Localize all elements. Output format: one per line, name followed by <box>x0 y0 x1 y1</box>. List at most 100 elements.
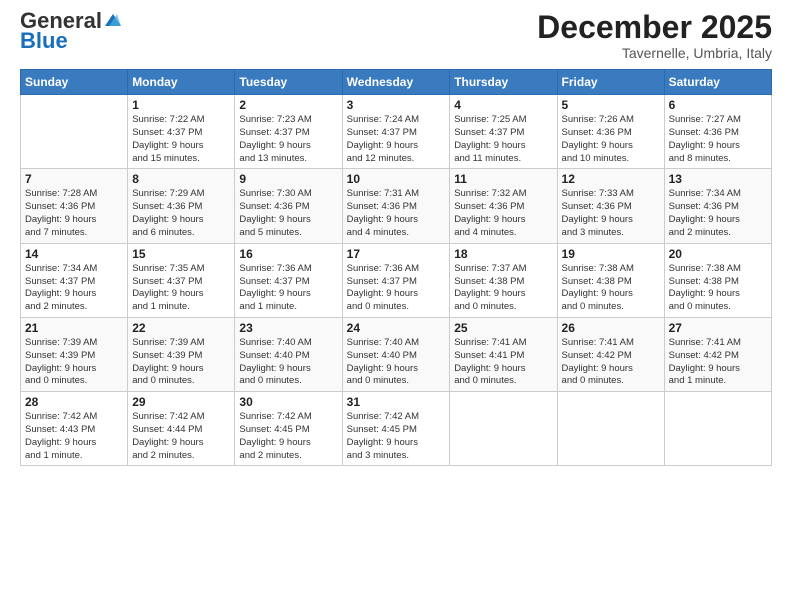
day-info: Sunrise: 7:39 AM Sunset: 4:39 PM Dayligh… <box>25 337 123 388</box>
day-info: Sunrise: 7:34 AM Sunset: 4:37 PM Dayligh… <box>25 263 123 314</box>
day-info: Sunrise: 7:42 AM Sunset: 4:43 PM Dayligh… <box>25 411 123 462</box>
day-info: Sunrise: 7:42 AM Sunset: 4:45 PM Dayligh… <box>239 411 337 462</box>
day-number: 14 <box>25 247 123 261</box>
calendar-cell-w4d0: 28 Sunrise: 7:42 AM Sunset: 4:43 PM Dayli… <box>21 392 128 466</box>
calendar-cell-w3d0: 21 Sunrise: 7:39 AM Sunset: 4:39 PM Dayli… <box>21 317 128 391</box>
day-number: 8 <box>132 172 230 186</box>
day-info: Sunrise: 7:39 AM Sunset: 4:39 PM Dayligh… <box>132 337 230 388</box>
calendar-cell-w1d1: 8 Sunrise: 7:29 AM Sunset: 4:36 PM Daylig… <box>128 169 235 243</box>
month-title: December 2025 <box>537 10 772 45</box>
day-number: 15 <box>132 247 230 261</box>
day-number: 28 <box>25 395 123 409</box>
calendar-cell-w0d1: 1 Sunrise: 7:22 AM Sunset: 4:37 PM Daylig… <box>128 95 235 169</box>
day-info: Sunrise: 7:36 AM Sunset: 4:37 PM Dayligh… <box>239 263 337 314</box>
day-info: Sunrise: 7:27 AM Sunset: 4:36 PM Dayligh… <box>669 114 767 165</box>
day-info: Sunrise: 7:30 AM Sunset: 4:36 PM Dayligh… <box>239 188 337 239</box>
calendar-cell-w3d6: 27Sunrise: 7:41 AM Sunset: 4:42 PM Dayli… <box>664 317 771 391</box>
day-number: 24 <box>347 321 446 335</box>
day-number: 22 <box>132 321 230 335</box>
calendar-cell-w1d5: 12 Sunrise: 7:33 AM Sunset: 4:36 PM Dayli… <box>557 169 664 243</box>
calendar-cell-w0d0 <box>21 95 128 169</box>
calendar-cell-w2d2: 16 Sunrise: 7:36 AM Sunset: 4:37 PM Dayli… <box>235 243 342 317</box>
calendar-cell-w2d4: 18 Sunrise: 7:37 AM Sunset: 4:38 PM Dayli… <box>450 243 557 317</box>
day-number: 11 <box>454 172 552 186</box>
day-number: 4 <box>454 98 552 112</box>
day-number: 10 <box>347 172 446 186</box>
calendar-cell-w2d0: 14 Sunrise: 7:34 AM Sunset: 4:37 PM Dayli… <box>21 243 128 317</box>
calendar-cell-w2d6: 20 Sunrise: 7:38 AM Sunset: 4:38 PM Dayli… <box>664 243 771 317</box>
calendar-cell-w4d2: 30 Sunrise: 7:42 AM Sunset: 4:45 PM Dayli… <box>235 392 342 466</box>
day-number: 7 <box>25 172 123 186</box>
day-info: Sunrise: 7:41 AM Sunset: 4:42 PM Dayligh… <box>562 337 660 388</box>
logo: General Blue <box>20 10 121 54</box>
calendar-cell-w4d1: 29 Sunrise: 7:42 AM Sunset: 4:44 PM Dayli… <box>128 392 235 466</box>
day-number: 17 <box>347 247 446 261</box>
day-number: 30 <box>239 395 337 409</box>
day-number: 31 <box>347 395 446 409</box>
day-info: Sunrise: 7:26 AM Sunset: 4:36 PM Dayligh… <box>562 114 660 165</box>
col-header-sunday: Sunday <box>21 70 128 95</box>
day-info: Sunrise: 7:25 AM Sunset: 4:37 PM Dayligh… <box>454 114 552 165</box>
day-number: 20 <box>669 247 767 261</box>
day-number: 21 <box>25 321 123 335</box>
logo-blue-text: Blue <box>20 28 68 53</box>
day-info: Sunrise: 7:41 AM Sunset: 4:42 PM Dayligh… <box>669 337 767 388</box>
calendar-cell-w4d3: 31 Sunrise: 7:42 AM Sunset: 4:45 PM Dayli… <box>342 392 450 466</box>
col-header-tuesday: Tuesday <box>235 70 342 95</box>
day-number: 19 <box>562 247 660 261</box>
day-info: Sunrise: 7:36 AM Sunset: 4:37 PM Dayligh… <box>347 263 446 314</box>
day-info: Sunrise: 7:24 AM Sunset: 4:37 PM Dayligh… <box>347 114 446 165</box>
day-number: 1 <box>132 98 230 112</box>
calendar-cell-w1d0: 7 Sunrise: 7:28 AM Sunset: 4:36 PM Daylig… <box>21 169 128 243</box>
day-info: Sunrise: 7:31 AM Sunset: 4:36 PM Dayligh… <box>347 188 446 239</box>
day-info: Sunrise: 7:40 AM Sunset: 4:40 PM Dayligh… <box>347 337 446 388</box>
day-number: 29 <box>132 395 230 409</box>
calendar-cell-w2d5: 19Sunrise: 7:38 AM Sunset: 4:38 PM Dayli… <box>557 243 664 317</box>
calendar-cell-w1d6: 13 Sunrise: 7:34 AM Sunset: 4:36 PM Dayli… <box>664 169 771 243</box>
day-info: Sunrise: 7:35 AM Sunset: 4:37 PM Dayligh… <box>132 263 230 314</box>
day-info: Sunrise: 7:32 AM Sunset: 4:36 PM Dayligh… <box>454 188 552 239</box>
calendar-cell-w4d6 <box>664 392 771 466</box>
title-block: December 2025 Tavernelle, Umbria, Italy <box>537 10 772 61</box>
calendar-cell-w2d1: 15 Sunrise: 7:35 AM Sunset: 4:37 PM Dayli… <box>128 243 235 317</box>
calendar-cell-w3d5: 26Sunrise: 7:41 AM Sunset: 4:42 PM Dayli… <box>557 317 664 391</box>
calendar-cell-w1d3: 10 Sunrise: 7:31 AM Sunset: 4:36 PM Dayli… <box>342 169 450 243</box>
day-number: 6 <box>669 98 767 112</box>
col-header-monday: Monday <box>128 70 235 95</box>
calendar-cell-w3d3: 24 Sunrise: 7:40 AM Sunset: 4:40 PM Dayli… <box>342 317 450 391</box>
day-info: Sunrise: 7:42 AM Sunset: 4:45 PM Dayligh… <box>347 411 446 462</box>
day-info: Sunrise: 7:22 AM Sunset: 4:37 PM Dayligh… <box>132 114 230 165</box>
day-number: 13 <box>669 172 767 186</box>
calendar-cell-w0d2: 2Sunrise: 7:23 AM Sunset: 4:37 PM Daylig… <box>235 95 342 169</box>
day-number: 5 <box>562 98 660 112</box>
day-number: 16 <box>239 247 337 261</box>
header: General Blue December 2025 Tavernelle, U… <box>20 10 772 61</box>
day-number: 3 <box>347 98 446 112</box>
day-number: 23 <box>239 321 337 335</box>
day-info: Sunrise: 7:34 AM Sunset: 4:36 PM Dayligh… <box>669 188 767 239</box>
day-number: 12 <box>562 172 660 186</box>
col-header-wednesday: Wednesday <box>342 70 450 95</box>
col-header-thursday: Thursday <box>450 70 557 95</box>
calendar-cell-w4d5 <box>557 392 664 466</box>
calendar-cell-w4d4 <box>450 392 557 466</box>
day-number: 18 <box>454 247 552 261</box>
calendar-cell-w3d2: 23 Sunrise: 7:40 AM Sunset: 4:40 PM Dayli… <box>235 317 342 391</box>
calendar-cell-w3d4: 25Sunrise: 7:41 AM Sunset: 4:41 PM Dayli… <box>450 317 557 391</box>
location: Tavernelle, Umbria, Italy <box>537 45 772 61</box>
calendar-cell-w0d4: 4 Sunrise: 7:25 AM Sunset: 4:37 PM Daylig… <box>450 95 557 169</box>
calendar-cell-w0d3: 3 Sunrise: 7:24 AM Sunset: 4:37 PM Daylig… <box>342 95 450 169</box>
col-header-saturday: Saturday <box>664 70 771 95</box>
day-info: Sunrise: 7:29 AM Sunset: 4:36 PM Dayligh… <box>132 188 230 239</box>
day-info: Sunrise: 7:38 AM Sunset: 4:38 PM Dayligh… <box>669 263 767 314</box>
day-info: Sunrise: 7:42 AM Sunset: 4:44 PM Dayligh… <box>132 411 230 462</box>
day-info: Sunrise: 7:28 AM Sunset: 4:36 PM Dayligh… <box>25 188 123 239</box>
day-info: Sunrise: 7:40 AM Sunset: 4:40 PM Dayligh… <box>239 337 337 388</box>
day-number: 9 <box>239 172 337 186</box>
calendar-cell-w1d4: 11 Sunrise: 7:32 AM Sunset: 4:36 PM Dayli… <box>450 169 557 243</box>
day-info: Sunrise: 7:41 AM Sunset: 4:41 PM Dayligh… <box>454 337 552 388</box>
calendar-cell-w1d2: 9 Sunrise: 7:30 AM Sunset: 4:36 PM Daylig… <box>235 169 342 243</box>
day-info: Sunrise: 7:37 AM Sunset: 4:38 PM Dayligh… <box>454 263 552 314</box>
day-info: Sunrise: 7:33 AM Sunset: 4:36 PM Dayligh… <box>562 188 660 239</box>
logo-icon <box>103 12 121 30</box>
